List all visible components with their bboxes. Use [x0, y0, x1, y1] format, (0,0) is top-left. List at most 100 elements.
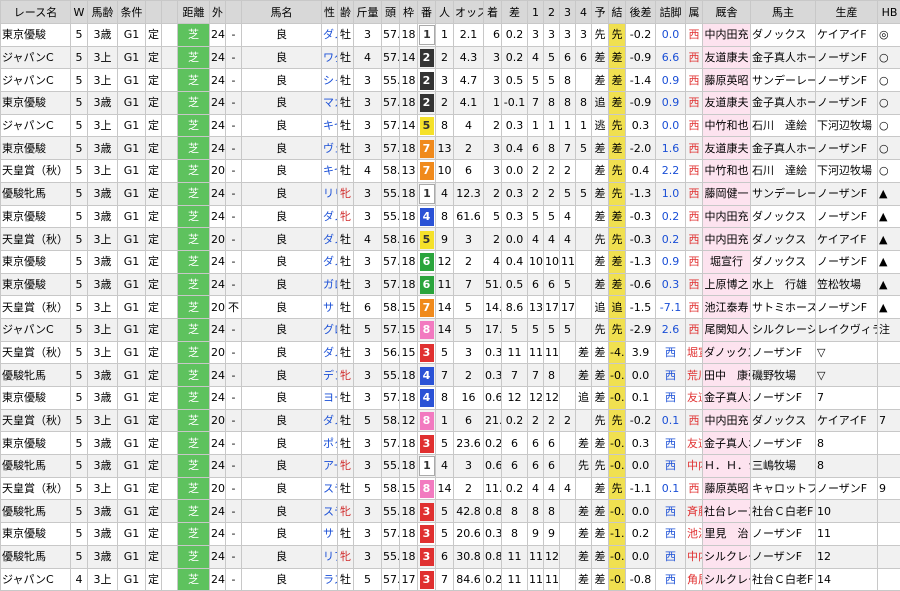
table-row[interactable]: ジャパンC53上G1定芝2400-良シャフリヤール牡355.018234.730… — [1, 69, 900, 92]
col-header[interactable]: W — [71, 1, 88, 24]
col-header[interactable]: 番 — [418, 1, 436, 24]
table-row[interactable]: 東京優駿53歳G1定芝2400-良マカヒキ牡357.018224.11-0.17… — [1, 92, 900, 115]
waku-badge: 4 — [420, 389, 434, 407]
table-row[interactable]: 東京優駿53歳G1定芝2400-良ポタジエ牡357.0183523.60.266… — [1, 432, 900, 455]
table-row[interactable]: 天皇賞（秋）53上G1定芝2000-良キセキ牡458.013710630.022… — [1, 160, 900, 183]
horse-name[interactable]: ヴェロックス — [322, 137, 338, 160]
col-header[interactable]: 枠 — [400, 1, 418, 24]
margin: 4 — [528, 477, 544, 500]
table-row[interactable]: 東京優駿53歳G1定芝2400-良ヴェロックス牡357.018713230.46… — [1, 137, 900, 160]
table-row[interactable]: 優駿牝馬53歳G1定芝2400-良デンコウアンジュ牝355.0184720.37… — [1, 364, 900, 387]
col-header[interactable]: 馬名 — [242, 1, 322, 24]
horse-name[interactable]: ステラリア — [322, 500, 338, 523]
horse-name[interactable]: デンコウアンジュ — [322, 364, 338, 387]
owner: ケイアイF — [816, 409, 878, 432]
horse-name[interactable]: ガロアクリーク — [322, 273, 338, 296]
col-header[interactable]: 2 — [544, 1, 560, 24]
col-header[interactable]: 厩舎 — [703, 1, 751, 24]
table-row[interactable]: 東京優駿53歳G1定芝2400-良ヨーホーレイク牡357.01848160.61… — [1, 387, 900, 410]
col-header[interactable]: 距離 — [178, 1, 210, 24]
col-header[interactable]: 着 — [484, 1, 502, 24]
table-row[interactable]: ジャパンC53上G1定芝2400-良グローリーヴェイズ牡557.01581451… — [1, 318, 900, 341]
horse-name[interactable]: ポタジエ — [322, 432, 338, 455]
col-header[interactable]: 頭 — [382, 1, 400, 24]
table-row[interactable]: 天皇賞（秋）53上G1定芝2000-良ダノンプレミアム牡558.01281621… — [1, 409, 900, 432]
outer: 不 — [226, 296, 242, 319]
table-row[interactable]: 優駿牝馬53歳G1定芝2400-良リアアメリア牝355.0183630.80.8… — [1, 545, 900, 568]
col-header[interactable]: 差 — [502, 1, 528, 24]
horse-name[interactable]: ステファノス — [322, 477, 338, 500]
horse-name[interactable]: サトノアラジン — [322, 296, 338, 319]
table-row[interactable]: 優駿牝馬53歳G1定芝2400-良ステラリア牝355.0183542.80.88… — [1, 500, 900, 523]
col-header[interactable] — [146, 1, 162, 24]
col-header[interactable]: 馬齢 — [88, 1, 118, 24]
col-header[interactable]: 齢 — [338, 1, 354, 24]
horse-name[interactable]: キセキ — [322, 160, 338, 183]
col-header[interactable] — [226, 1, 242, 24]
late-diff: 2.6 — [656, 318, 686, 341]
col-header[interactable]: HB — [878, 1, 900, 24]
horse-name[interactable]: ダノンファンタジー — [322, 205, 338, 228]
horse-name[interactable]: ダノンベルーガ — [322, 250, 338, 273]
col-header[interactable]: 後差 — [626, 1, 656, 24]
horse-name[interactable]: ダノンプレミアム — [322, 228, 338, 251]
table-row[interactable]: ジャパンC43上G1定芝2400-良ラストインパクト牡557.0173784.6… — [1, 568, 900, 591]
horse-name[interactable]: アートハウス — [322, 455, 338, 478]
col-header[interactable]: 詰脚 — [656, 1, 686, 24]
table-row[interactable]: 東京優駿53歳G1定芝2400-良ガロアクリーク牡357.018611751.6… — [1, 273, 900, 296]
col-header[interactable]: 生産 — [816, 1, 878, 24]
col-header[interactable] — [162, 1, 178, 24]
week: 5 — [71, 228, 88, 251]
col-header[interactable]: 3 — [560, 1, 576, 24]
horse-name[interactable]: ダノンベルーガ — [322, 341, 338, 364]
table-row[interactable]: 天皇賞（秋）53上G1定芝2000-良ステファノス牡558.015814211.… — [1, 477, 900, 500]
sex: 牡 — [338, 409, 354, 432]
margin: 11 — [528, 341, 544, 364]
col-header[interactable]: 属 — [686, 1, 703, 24]
waku-badge: 4 — [420, 367, 434, 385]
waku-badge: 3 — [420, 571, 434, 589]
table-row[interactable]: 東京優駿53歳G1定芝2400-良ダノンファンタジー牝355.0184861.6… — [1, 205, 900, 228]
col-header[interactable]: 人 — [436, 1, 454, 24]
col-header[interactable]: 結 — [609, 1, 626, 24]
table-row[interactable]: 天皇賞（秋）53上G1定芝2000不良サトノアラジン牡658.015714514… — [1, 296, 900, 319]
col-header[interactable]: 4 — [576, 1, 592, 24]
table-row[interactable]: 天皇賞（秋）53上G1定芝2000-良ダノンベルーガ牡356.0153530.3… — [1, 341, 900, 364]
horse-name[interactable]: リリーノーブル — [322, 182, 338, 205]
col-header[interactable]: 予 — [592, 1, 609, 24]
table-row[interactable]: 優駿牝馬53歳G1定芝2400-良アートハウス牝355.0181430.6666… — [1, 455, 900, 478]
col-header[interactable]: 外 — [210, 1, 226, 24]
horse-name[interactable]: キセキ — [322, 114, 338, 137]
col-header[interactable]: 斤量 — [354, 1, 382, 24]
field-size: 18 — [400, 182, 418, 205]
horse-name[interactable]: ラストインパクト — [322, 568, 338, 591]
breeder: ○ — [878, 137, 900, 160]
col-header[interactable]: 性 — [322, 1, 338, 24]
col-header[interactable]: 1 — [528, 1, 544, 24]
horse-name[interactable]: ワグネリアン — [322, 46, 338, 69]
breeder — [878, 432, 900, 455]
horse-name[interactable]: マカヒキ — [322, 92, 338, 115]
horse-name[interactable]: グローリーヴェイズ — [322, 318, 338, 341]
table-row[interactable]: 東京優駿53歳G1定芝2400-良ダノンプレミアム牡357.018112.160… — [1, 24, 900, 47]
table-row[interactable]: 東京優駿53歳G1定芝2400-良ダノンベルーガ牡357.018612240.4… — [1, 250, 900, 273]
pos3 — [576, 228, 592, 251]
margin: 7 — [528, 92, 544, 115]
table-row[interactable]: ジャパンC53上G1定芝2400-良ワグネリアン牡457.014224.330.… — [1, 46, 900, 69]
grade: G1 — [118, 273, 146, 296]
horse-name[interactable]: サトノアーサー — [322, 523, 338, 546]
horse-name[interactable]: リアアメリア — [322, 545, 338, 568]
table-row[interactable]: 東京優駿53歳G1定芝2400-良サトノアーサー牡357.0183520.60.… — [1, 523, 900, 546]
horse-name[interactable]: ダノンプレミアム — [322, 24, 338, 47]
table-row[interactable]: 優駿牝馬53歳G1定芝2400-良リリーノーブル牝355.0181412.320… — [1, 182, 900, 205]
table-row[interactable]: 天皇賞（秋）53上G1定芝2000-良ダノンプレミアム牡458.01659320… — [1, 228, 900, 251]
table-row[interactable]: ジャパンC53上G1定芝2400-良キセキ牡357.01458420.31111… — [1, 114, 900, 137]
horse-name[interactable]: シャフリヤール — [322, 69, 338, 92]
col-header[interactable]: 条件 — [118, 1, 146, 24]
col-header[interactable]: オッズ — [454, 1, 484, 24]
horse-name[interactable]: ヨーホーレイク — [322, 387, 338, 410]
waku-badge: 8 — [420, 480, 434, 498]
horse-name[interactable]: ダノンプレミアム — [322, 409, 338, 432]
col-header[interactable]: レース名 — [1, 1, 71, 24]
col-header[interactable]: 馬主 — [751, 1, 816, 24]
